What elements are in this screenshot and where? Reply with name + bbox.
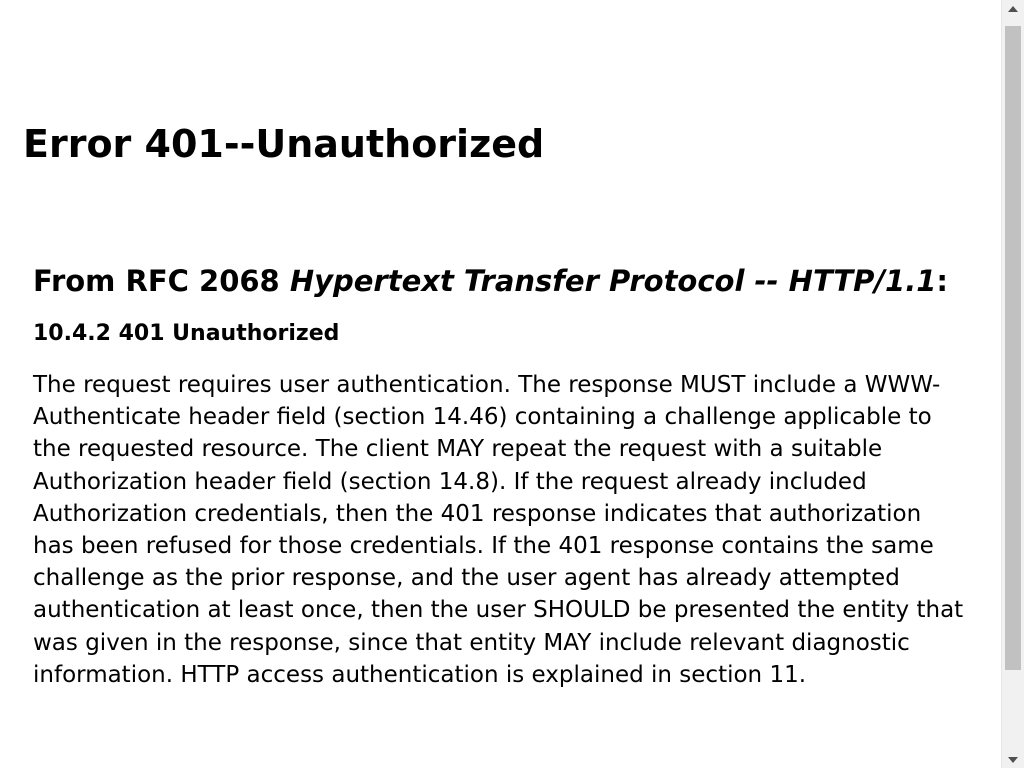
rfc-heading-suffix: : bbox=[936, 264, 949, 298]
rfc-heading-title: Hypertext Transfer Protocol -- HTTP/1.1 bbox=[289, 264, 937, 298]
body-paragraph: The request requires user authentication… bbox=[33, 372, 964, 688]
scrollbar-thumb[interactable] bbox=[1005, 26, 1021, 670]
section-heading: 10.4.2 401 Unauthorized bbox=[33, 321, 340, 346]
scroll-down-button[interactable] bbox=[1002, 751, 1024, 768]
vertical-scrollbar[interactable] bbox=[1001, 0, 1024, 768]
page-content: From RFC 2068 Hypertext Transfer Protoco… bbox=[33, 264, 968, 691]
scroll-up-button[interactable] bbox=[1002, 0, 1024, 17]
rfc-heading: From RFC 2068 Hypertext Transfer Protoco… bbox=[33, 264, 968, 298]
rfc-heading-prefix: From RFC 2068 bbox=[33, 264, 290, 298]
error-title: Error 401--Unauthorized bbox=[23, 122, 545, 166]
triangle-down-icon bbox=[1008, 756, 1018, 763]
triangle-up-icon bbox=[1008, 5, 1018, 12]
page-viewport: Error 401--Unauthorized From RFC 2068 Hy… bbox=[0, 0, 1001, 768]
